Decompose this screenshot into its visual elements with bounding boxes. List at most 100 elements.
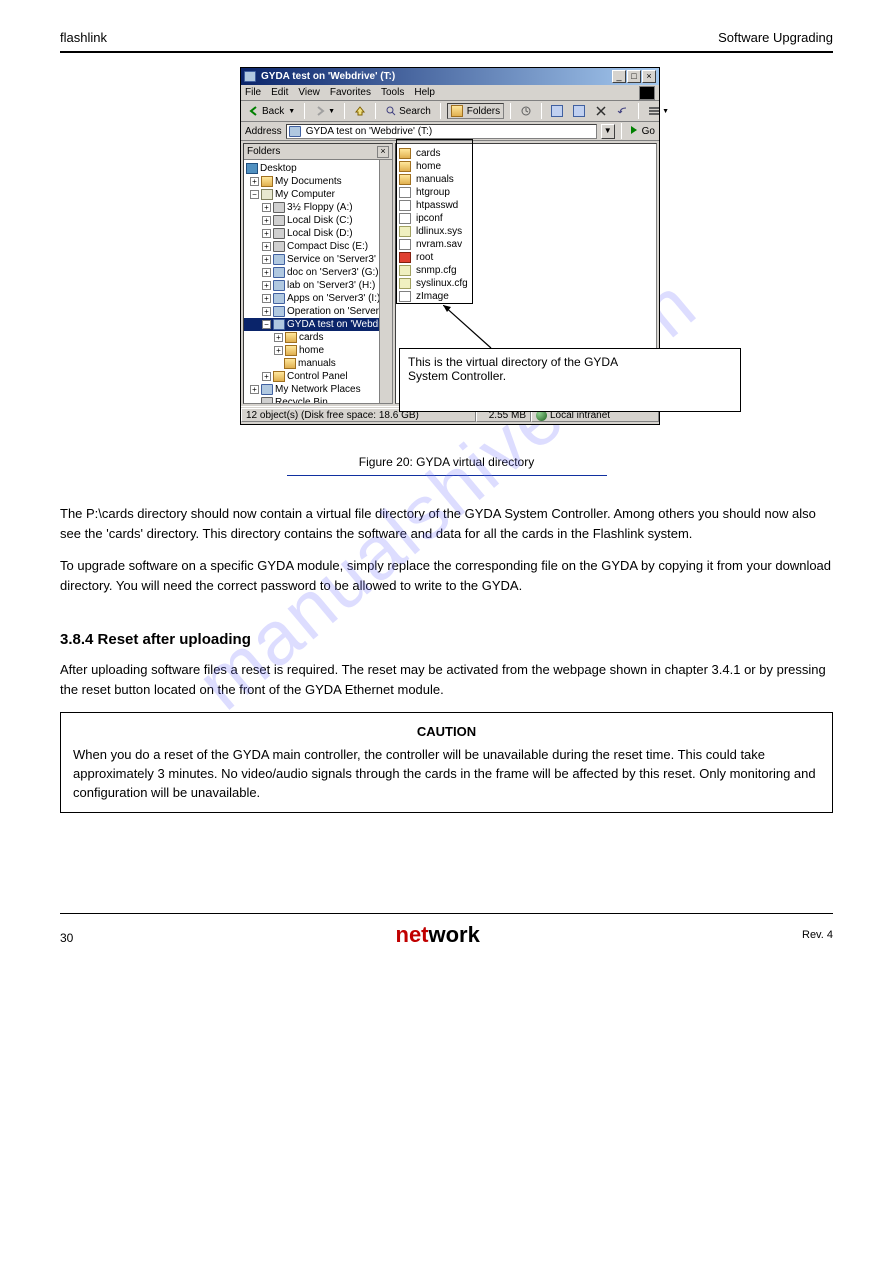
menu-file[interactable]: File bbox=[245, 87, 261, 98]
folders-pane-title: Folders bbox=[247, 146, 280, 157]
list-item[interactable]: ipconf bbox=[399, 212, 653, 225]
back-icon bbox=[248, 105, 260, 117]
list-item[interactable]: zImage bbox=[399, 290, 653, 303]
moveto-icon bbox=[551, 105, 563, 117]
history-button[interactable] bbox=[517, 104, 535, 118]
folders-button[interactable]: Folders bbox=[447, 103, 504, 119]
header-rule bbox=[60, 51, 833, 53]
tree-d[interactable]: +Local Disk (D:) bbox=[244, 227, 379, 240]
file-icon bbox=[399, 252, 411, 263]
go-button[interactable]: Go bbox=[628, 124, 655, 139]
footer-logo: network bbox=[396, 922, 480, 948]
menu-tools[interactable]: Tools bbox=[381, 87, 404, 98]
menu-favorites[interactable]: Favorites bbox=[330, 87, 371, 98]
header-left: flashlink bbox=[60, 30, 107, 45]
folder-icon bbox=[399, 174, 411, 185]
tree-c[interactable]: +Local Disk (C:) bbox=[244, 214, 379, 227]
windows-logo-icon bbox=[639, 86, 655, 100]
titlebar[interactable]: GYDA test on 'Webdrive' (T:) _ □ × bbox=[241, 68, 659, 85]
tree-netplaces[interactable]: +My Network Places bbox=[244, 383, 379, 396]
folder-tree-pane: Folders × Desktop +My Documents −My Comp… bbox=[243, 143, 393, 404]
list-item[interactable]: cards bbox=[399, 147, 653, 160]
maximize-button[interactable]: □ bbox=[627, 70, 641, 83]
tree-mydocs[interactable]: +My Documents bbox=[244, 175, 379, 188]
tree-f[interactable]: +Service on 'Server3' (F:) bbox=[244, 253, 379, 266]
tree-desktop[interactable]: Desktop bbox=[244, 162, 379, 175]
callout-line2: System Controller. bbox=[408, 369, 732, 383]
drive-icon bbox=[273, 228, 285, 239]
section-p: After uploading software files a reset i… bbox=[60, 660, 833, 699]
views-button[interactable]: ▼ bbox=[645, 104, 672, 118]
figure-underline bbox=[287, 475, 607, 476]
addressbar: Address GYDA test on 'Webdrive' (T:) ▼ G… bbox=[241, 122, 659, 141]
tree-t-selected[interactable]: −GYDA test on 'Webdrive' (T:) bbox=[244, 318, 379, 331]
menubar: File Edit View Favorites Tools Help bbox=[241, 85, 659, 101]
tree-mycomp[interactable]: −My Computer bbox=[244, 188, 379, 201]
list-item[interactable]: syslinux.cfg bbox=[399, 277, 653, 290]
caution-title: CAUTION bbox=[73, 723, 820, 742]
tree-t-manuals[interactable]: manuals bbox=[244, 357, 379, 370]
folders-pane-close[interactable]: × bbox=[377, 146, 389, 158]
back-button[interactable]: Back▼ bbox=[245, 104, 298, 118]
menu-edit[interactable]: Edit bbox=[271, 87, 288, 98]
tree-i[interactable]: +Apps on 'Server3' (I:) bbox=[244, 292, 379, 305]
section-title: 3.8.4 Reset after uploading bbox=[60, 631, 833, 648]
list-item[interactable]: manuals bbox=[399, 173, 653, 186]
tree-floppy[interactable]: +3½ Floppy (A:) bbox=[244, 201, 379, 214]
menu-help[interactable]: Help bbox=[414, 87, 435, 98]
revision: Rev. 4 bbox=[802, 929, 833, 941]
callout-textbox: This is the virtual directory of the GYD… bbox=[399, 348, 741, 412]
floppy-icon bbox=[273, 202, 285, 213]
cfg-icon bbox=[399, 265, 411, 276]
tree-g[interactable]: +doc on 'Server3' (G:) bbox=[244, 266, 379, 279]
folder-icon bbox=[399, 161, 411, 172]
list-item[interactable]: home bbox=[399, 160, 653, 173]
list-item[interactable]: ldlinux.sys bbox=[399, 225, 653, 238]
move-to-button[interactable] bbox=[548, 104, 566, 118]
file-icon bbox=[399, 213, 411, 224]
tree-scrollbar[interactable] bbox=[379, 160, 392, 403]
delete-button[interactable] bbox=[592, 104, 610, 118]
address-value: GYDA test on 'Webdrive' (T:) bbox=[306, 126, 432, 137]
file-icon bbox=[399, 239, 411, 250]
desktop-icon bbox=[246, 163, 258, 174]
folder-tree[interactable]: Desktop +My Documents −My Computer +3½ F… bbox=[244, 160, 379, 403]
caution-body: When you do a reset of the GYDA main con… bbox=[73, 746, 820, 803]
menu-view[interactable]: View bbox=[298, 87, 320, 98]
footer-rule bbox=[60, 913, 833, 914]
tree-t-cards[interactable]: +cards bbox=[244, 331, 379, 344]
up-icon bbox=[354, 105, 366, 117]
toolbar: Back▼ ▼ Search Folders ▼ bbox=[241, 101, 659, 122]
list-item[interactable]: htpasswd bbox=[399, 199, 653, 212]
undo-button[interactable] bbox=[614, 104, 632, 118]
list-item[interactable]: nvram.sav bbox=[399, 238, 653, 251]
search-button[interactable]: Search bbox=[382, 104, 434, 118]
address-dropdown[interactable]: ▼ bbox=[601, 124, 615, 139]
window-title: GYDA test on 'Webdrive' (T:) bbox=[261, 71, 395, 82]
tree-t-home[interactable]: +home bbox=[244, 344, 379, 357]
address-label: Address bbox=[245, 126, 282, 137]
forward-button[interactable]: ▼ bbox=[311, 104, 338, 118]
up-button[interactable] bbox=[351, 104, 369, 118]
drive-icon bbox=[289, 126, 301, 137]
tree-e[interactable]: +Compact Disc (E:) bbox=[244, 240, 379, 253]
tree-recycle[interactable]: Recycle Bin bbox=[244, 396, 379, 403]
forward-icon bbox=[314, 105, 326, 117]
close-button[interactable]: × bbox=[642, 70, 656, 83]
copy-to-button[interactable] bbox=[570, 104, 588, 118]
undo-icon bbox=[617, 105, 629, 117]
tree-j[interactable]: +Operation on 'Server3' (J:) bbox=[244, 305, 379, 318]
cd-icon bbox=[273, 241, 285, 252]
page-number: 30 bbox=[60, 931, 73, 945]
body-p2: To upgrade software on a specific GYDA m… bbox=[60, 556, 833, 595]
drive-icon bbox=[273, 215, 285, 226]
tree-cpanel[interactable]: +Control Panel bbox=[244, 370, 379, 383]
minimize-button[interactable]: _ bbox=[612, 70, 626, 83]
tree-h[interactable]: +lab on 'Server3' (H:) bbox=[244, 279, 379, 292]
list-item[interactable]: snmp.cfg bbox=[399, 264, 653, 277]
folder-icon bbox=[261, 176, 273, 187]
address-input[interactable]: GYDA test on 'Webdrive' (T:) bbox=[286, 124, 597, 139]
list-item[interactable]: htgroup bbox=[399, 186, 653, 199]
drive-icon bbox=[244, 71, 256, 82]
list-item[interactable]: root bbox=[399, 251, 653, 264]
